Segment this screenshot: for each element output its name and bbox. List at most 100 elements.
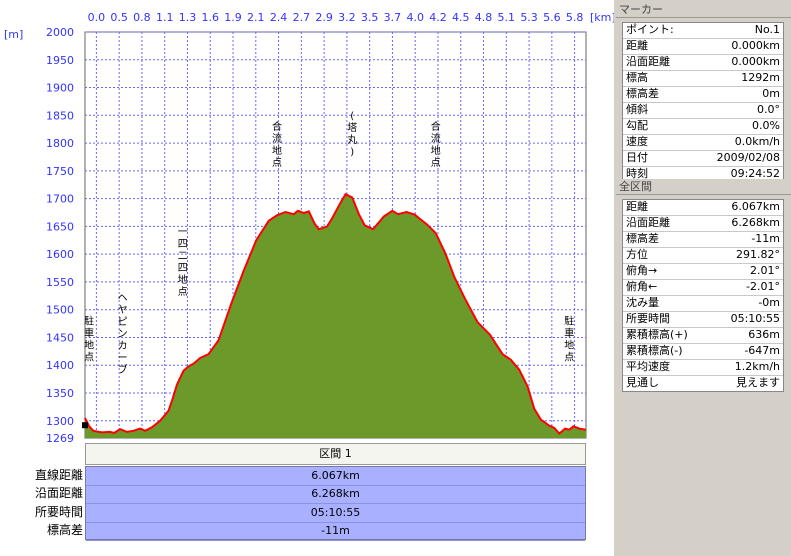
- info-key: 俯角→: [626, 264, 658, 277]
- section-header[interactable]: 区間 1: [85, 443, 586, 465]
- info-value: -647m: [744, 344, 780, 357]
- info-key: ポイント:: [626, 23, 674, 36]
- annotation-label: 合流地点: [272, 120, 282, 169]
- info-row: 方位 291.82°: [623, 248, 783, 264]
- annotation-label: 駐車地点: [564, 315, 574, 364]
- info-key: 累積標高(+): [626, 328, 688, 341]
- info-value: -11m: [751, 232, 780, 245]
- info-key: 傾斜: [626, 103, 648, 116]
- info-value: 0.000km: [731, 55, 780, 68]
- all-sections-table: 距離 6.067km 沿面距離 6.268km 標高差 -11m 方位 291.82° 俯角→ 2…: [622, 199, 784, 392]
- x-tick-label: 2.7: [293, 11, 311, 24]
- x-tick-label: 1.3: [179, 11, 197, 24]
- section-summary-value: 05:10:55: [86, 504, 585, 523]
- y-tick-label: 1500: [46, 304, 74, 317]
- marker-panel-title: マーカー: [616, 2, 791, 18]
- info-key: 所要時間: [626, 312, 670, 325]
- section-summary-label: 所要時間: [34, 504, 83, 519]
- info-value: 2.01°: [750, 264, 780, 277]
- y-unit-label: [m]: [4, 28, 23, 41]
- info-value: 1292m: [741, 71, 780, 84]
- info-value: 0.0km/h: [734, 135, 780, 148]
- y-tick-label: 1450: [46, 331, 74, 344]
- x-tick-label: 1.1: [156, 11, 174, 24]
- x-tick-label: 5.1: [498, 11, 516, 24]
- x-tick-label: 0.5: [110, 11, 128, 24]
- y-tick-label: 1650: [46, 220, 74, 233]
- marker-table: ポイント: No.1 距離 0.000km 沿面距離 0.000km 標高 1292m 標高差 0…: [622, 22, 784, 183]
- info-value: 0m: [762, 87, 780, 100]
- info-row: 傾斜 0.0°: [623, 103, 783, 119]
- info-key: 標高差: [626, 87, 659, 100]
- info-row: 日付 2009/02/08: [623, 151, 783, 167]
- info-row: 距離 0.000km: [623, 39, 783, 55]
- info-row: 俯角← -2.01°: [623, 280, 783, 296]
- info-key: 勾配: [626, 119, 648, 132]
- info-row: 沿面距離 6.268km: [623, 216, 783, 232]
- y-tick-label: 1400: [46, 359, 74, 372]
- info-key: 俯角←: [626, 280, 658, 293]
- info-value: 0.0°: [757, 103, 780, 116]
- x-tick-label: 4.2: [429, 11, 447, 24]
- info-row: 俯角→ 2.01°: [623, 264, 783, 280]
- info-row: 沿面距離 0.000km: [623, 55, 783, 71]
- info-key: 標高: [626, 71, 648, 84]
- info-value: 291.82°: [736, 248, 780, 261]
- annotation-label: 一四二四地点: [178, 227, 188, 298]
- info-key: 距離: [626, 200, 648, 213]
- section-summary-label: 標高差: [46, 522, 83, 537]
- info-key: 速度: [626, 135, 648, 148]
- info-value: 見えます: [736, 376, 780, 389]
- info-value: 1.2km/h: [734, 360, 780, 373]
- y-tick-label: 1600: [46, 248, 74, 261]
- info-key: 方位: [626, 248, 648, 261]
- x-tick-label: 4.8: [475, 11, 493, 24]
- y-tick-label: 1550: [46, 276, 74, 289]
- x-tick-label: 5.8: [566, 11, 584, 24]
- info-key: 累積標高(-): [626, 344, 683, 357]
- x-tick-label: 5.3: [520, 11, 538, 24]
- info-key: 沈み量: [626, 296, 659, 309]
- section-summary-value: 6.268km: [86, 485, 585, 505]
- chart-area[interactable]: 0.0 0.5 0.8 1.1 1.3 1.6 1.9 2.1 2.4 2.7 2.9 3.2 3.5 3…: [0, 0, 614, 556]
- info-key: 沿面距離: [626, 55, 670, 68]
- x-tick-label: 3.7: [384, 11, 402, 24]
- y-tick-label: 1900: [46, 82, 74, 95]
- info-row: 標高差 0m: [623, 87, 783, 103]
- info-row: 沈み量 -0m: [623, 296, 783, 312]
- x-tick-label: 0.8: [133, 11, 151, 24]
- y-tick-label: 2000: [46, 26, 74, 39]
- info-row: 累積標高(+) 636m: [623, 328, 783, 344]
- x-tick-label: 3.5: [361, 11, 379, 24]
- all-sections-title: 全区間: [616, 179, 791, 195]
- x-tick-label: 2.9: [315, 11, 333, 24]
- info-row: 勾配 0.0%: [623, 119, 783, 135]
- info-value: 636m: [748, 328, 780, 341]
- info-key: 距離: [626, 39, 648, 52]
- x-tick-label: 2.4: [270, 11, 288, 24]
- info-key: 見通し: [626, 376, 659, 389]
- info-value: 6.067km: [731, 200, 780, 213]
- y-tick-label: 1269: [46, 432, 74, 445]
- section-summary-label: 直線距離: [34, 468, 83, 482]
- info-key: 平均速度: [626, 360, 670, 373]
- info-row: 累積標高(-) -647m: [623, 344, 783, 360]
- x-unit-label: [km]: [590, 11, 614, 24]
- info-row: 平均速度 1.2km/h: [623, 360, 783, 376]
- info-value: -0m: [758, 296, 780, 309]
- annotation-label: 合流地点: [431, 120, 441, 169]
- y-tick-label: 1950: [46, 54, 74, 67]
- info-row: 標高差 -11m: [623, 232, 783, 248]
- y-tick-label: 1300: [46, 415, 74, 428]
- start-marker: [82, 422, 88, 429]
- section-summary: 6.067km 6.268km 05:10:55 -11m: [85, 466, 586, 541]
- x-tick-label: 0.0: [88, 11, 106, 24]
- section-summary-label: 沿面距離: [34, 486, 83, 501]
- y-tick-label: 1750: [46, 165, 74, 178]
- annotation-label: ヘヤピンカーブ: [118, 293, 128, 376]
- info-key: 日付: [626, 151, 648, 164]
- info-value: 2009/02/08: [716, 151, 780, 164]
- x-tick-label: 2.1: [247, 11, 265, 24]
- section-summary-value: -11m: [86, 522, 585, 541]
- info-row: 所要時間 05:10:55: [623, 312, 783, 328]
